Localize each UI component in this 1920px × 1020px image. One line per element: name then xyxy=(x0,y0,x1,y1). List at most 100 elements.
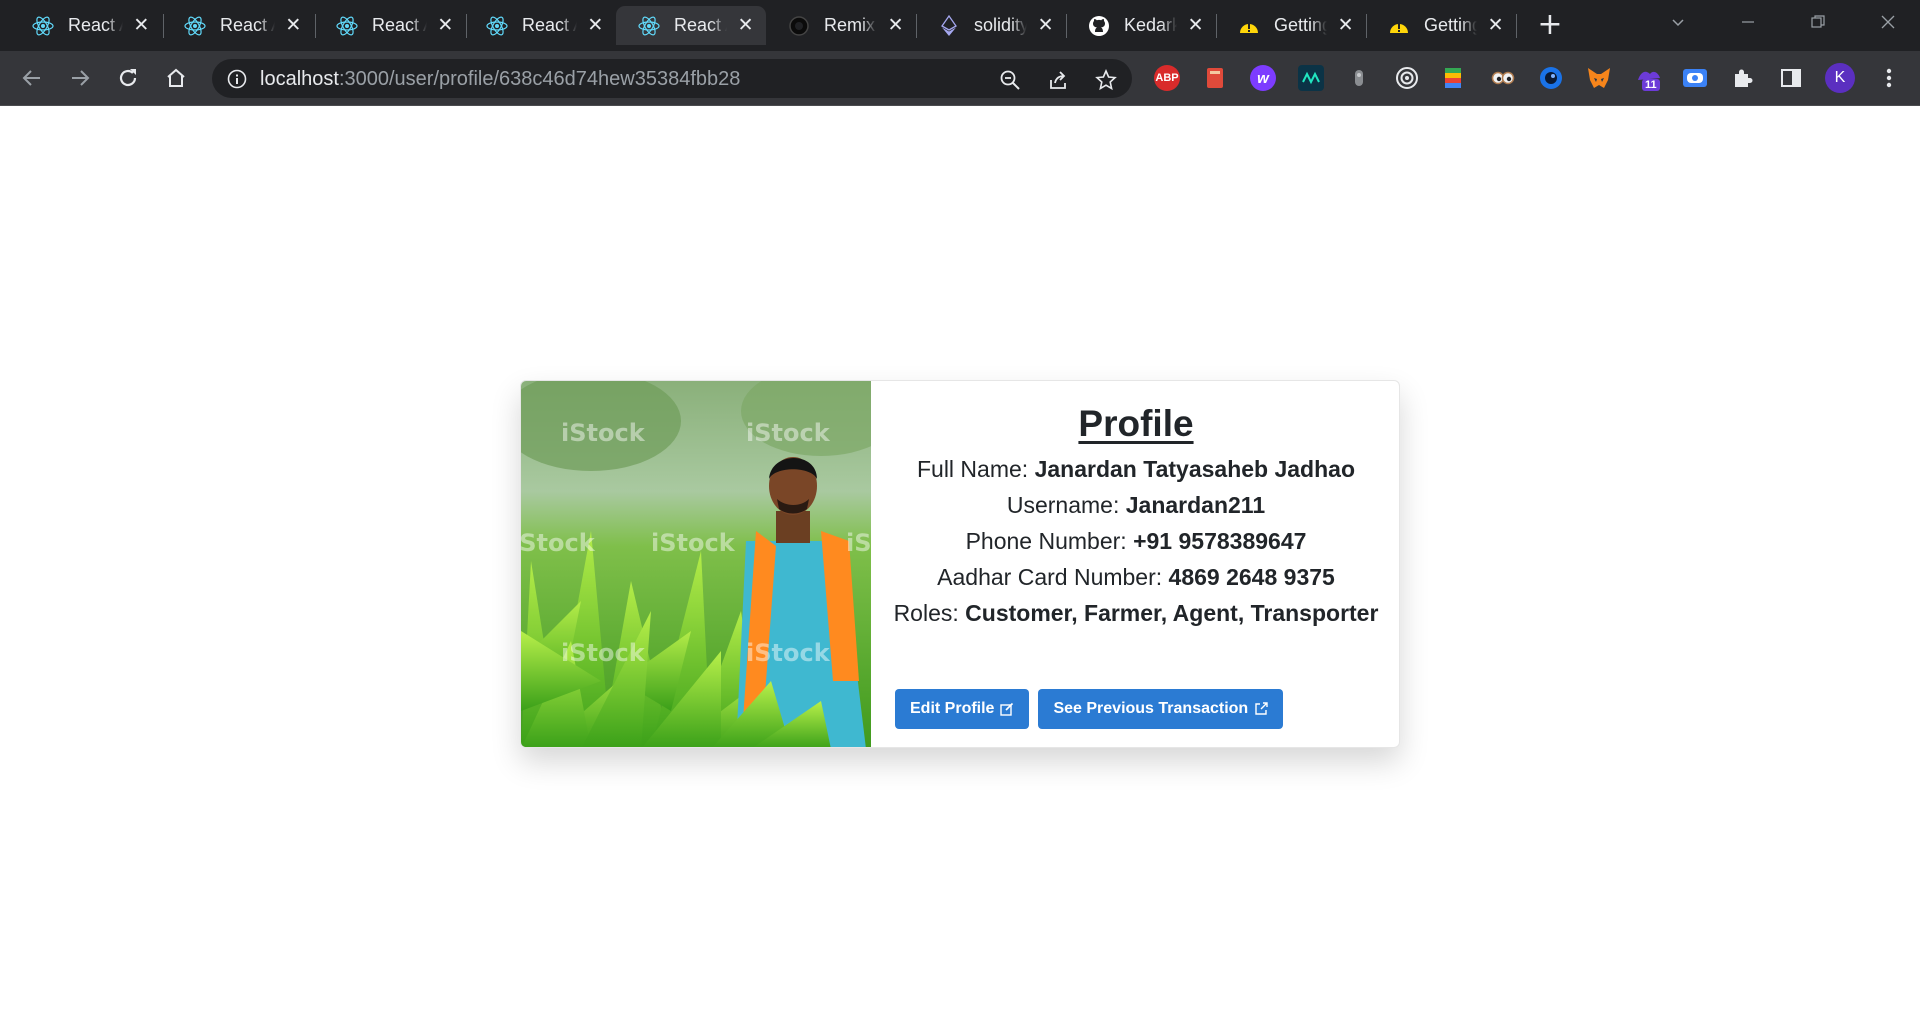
github-icon xyxy=(1088,15,1110,37)
tab-title: Getting xyxy=(1424,15,1478,35)
metamask-icon[interactable] xyxy=(1586,65,1612,91)
tab-title: React App xyxy=(522,15,577,35)
react-icon xyxy=(638,15,660,37)
roles-row: Roles: Customer, Farmer, Agent, Transpor… xyxy=(871,595,1399,631)
close-tab-icon[interactable]: ✕ xyxy=(1335,15,1356,37)
browser-tab[interactable]: Getting ✕ xyxy=(1366,6,1516,45)
tab-title: solidity xyxy=(974,15,1028,35)
browser-tab[interactable]: Kedark ✕ xyxy=(1066,6,1216,45)
browser-tab-active[interactable]: React App ✕ xyxy=(616,6,766,45)
browser-tab[interactable]: Getting ✕ xyxy=(1216,6,1366,45)
close-tab-icon[interactable]: ✕ xyxy=(283,15,304,37)
browser-toolbar: localhost:3000/user/profile/638c46d74hew… xyxy=(0,51,1920,106)
full-name-value: Janardan Tatyasaheb Jadhao xyxy=(1034,456,1355,482)
close-tab-icon[interactable]: ✕ xyxy=(435,15,456,37)
google-keep-icon[interactable] xyxy=(1440,65,1466,91)
back-icon[interactable] xyxy=(16,62,48,94)
tab-title: React App xyxy=(68,15,123,35)
edit-icon xyxy=(1000,702,1014,716)
restore-icon[interactable] xyxy=(1790,8,1846,36)
tab-title: Getting xyxy=(1274,15,1328,35)
close-tab-icon[interactable]: ✕ xyxy=(1485,15,1506,37)
forward-icon[interactable] xyxy=(64,62,96,94)
username-label: Username: xyxy=(1006,492,1120,518)
close-window-icon[interactable] xyxy=(1860,8,1916,36)
share-icon[interactable] xyxy=(1046,68,1070,92)
bookmark-star-icon[interactable] xyxy=(1094,68,1118,92)
watermark-text: iStock xyxy=(746,639,831,667)
ethereum-icon xyxy=(938,14,960,37)
close-tab-icon[interactable]: ✕ xyxy=(1185,15,1206,37)
react-icon xyxy=(184,15,206,37)
close-tab-icon[interactable]: ✕ xyxy=(131,15,152,37)
tab-title: React App xyxy=(372,15,427,35)
browser-tab[interactable]: React App ✕ xyxy=(464,6,616,45)
eyes-extension-icon[interactable] xyxy=(1490,65,1516,91)
minimize-icon[interactable] xyxy=(1720,8,1776,36)
home-icon[interactable] xyxy=(160,62,192,94)
reload-icon[interactable] xyxy=(112,62,144,94)
extension-badge: 11 xyxy=(1642,79,1660,91)
target-extension-icon[interactable] xyxy=(1394,65,1420,91)
aadhar-row: Aadhar Card Number: 4869 2648 9375 xyxy=(871,559,1399,595)
zoom-out-icon[interactable] xyxy=(998,68,1022,92)
adblock-plus-icon[interactable]: ABP xyxy=(1154,65,1180,91)
red-book-icon[interactable] xyxy=(1202,65,1228,91)
see-previous-transaction-label: See Previous Transaction xyxy=(1053,700,1249,717)
profile-card: iStock iStock iStock iStock iStock iStoc… xyxy=(520,380,1400,748)
extensions-puzzle-icon[interactable] xyxy=(1730,65,1756,91)
close-tab-icon[interactable]: ✕ xyxy=(1035,15,1056,37)
external-link-icon xyxy=(1255,702,1268,715)
aadhar-label: Aadhar Card Number: xyxy=(937,564,1163,590)
phone-value: +91 9578389647 xyxy=(1133,528,1307,554)
tab-search-icon[interactable] xyxy=(1650,8,1706,36)
url-text[interactable]: localhost:3000/user/profile/638c46d74hew… xyxy=(260,68,740,91)
edit-profile-button[interactable]: Edit Profile xyxy=(895,689,1030,729)
close-tab-icon[interactable]: ✕ xyxy=(735,15,756,37)
profile-details: Profile Full Name: Janardan Tatyasaheb J… xyxy=(871,381,1399,747)
profile-photo: iStock iStock iStock iStock iStock iStoc… xyxy=(521,381,871,747)
blue-circle-extension-icon[interactable] xyxy=(1538,65,1564,91)
watermark-text: iStock xyxy=(651,529,736,557)
username-row: Username: Janardan211 xyxy=(871,487,1399,523)
gray-extension-icon[interactable] xyxy=(1346,65,1372,91)
tab-title: Kedark xyxy=(1124,15,1178,35)
screen-extension-icon[interactable] xyxy=(1682,65,1708,91)
browser-tab[interactable]: React App ✕ xyxy=(162,6,314,45)
tab-title: React App xyxy=(220,15,275,35)
watermark-text: iStock xyxy=(746,419,831,447)
close-tab-icon[interactable]: ✕ xyxy=(885,15,906,37)
aadhar-value: 4869 2648 9375 xyxy=(1168,564,1335,590)
tab-title: React App xyxy=(674,15,727,35)
full-name-row: Full Name: Janardan Tatyasaheb Jadhao xyxy=(871,451,1399,487)
purple-w-icon[interactable]: w xyxy=(1250,65,1276,91)
close-tab-icon[interactable]: ✕ xyxy=(585,15,606,37)
browser-tab-bar: React App ✕ React App ✕ React App ✕ Reac… xyxy=(0,0,1920,51)
chrome-menu-icon[interactable] xyxy=(1876,65,1902,91)
page-title: Profile xyxy=(1078,403,1194,444)
see-previous-transaction-button[interactable]: See Previous Transaction xyxy=(1038,689,1284,729)
roles-label: Roles: xyxy=(893,600,959,626)
watermark-text: iStock xyxy=(561,639,646,667)
address-bar[interactable]: localhost:3000/user/profile/638c46d74hew… xyxy=(212,59,1132,98)
browser-tab[interactable]: React App ✕ xyxy=(10,6,162,45)
browser-tab[interactable]: React App ✕ xyxy=(314,6,466,45)
react-icon xyxy=(32,15,54,37)
profile-avatar[interactable]: K xyxy=(1825,63,1855,93)
username-value: Janardan211 xyxy=(1125,492,1266,518)
purple-hat-extension-icon[interactable]: 11 xyxy=(1632,65,1666,91)
react-icon xyxy=(486,15,508,37)
new-tab-button[interactable]: + xyxy=(1536,10,1564,40)
watermark-text: iStock xyxy=(846,529,871,557)
side-panel-icon[interactable] xyxy=(1778,65,1804,91)
browser-tab[interactable]: solidity ✕ xyxy=(916,6,1066,45)
full-name-label: Full Name: xyxy=(916,456,1029,482)
edit-profile-label: Edit Profile xyxy=(910,700,995,717)
phone-row: Phone Number: +91 9578389647 xyxy=(871,523,1399,559)
browser-tab[interactable]: Remix ✕ xyxy=(766,6,916,45)
tab-title: Remix xyxy=(824,15,876,35)
warning-icon xyxy=(1388,15,1410,37)
profile-actions: Edit Profile See Previous Transaction xyxy=(895,689,1284,729)
teal-extension-icon[interactable] xyxy=(1298,65,1324,91)
site-info-icon[interactable] xyxy=(226,68,248,90)
